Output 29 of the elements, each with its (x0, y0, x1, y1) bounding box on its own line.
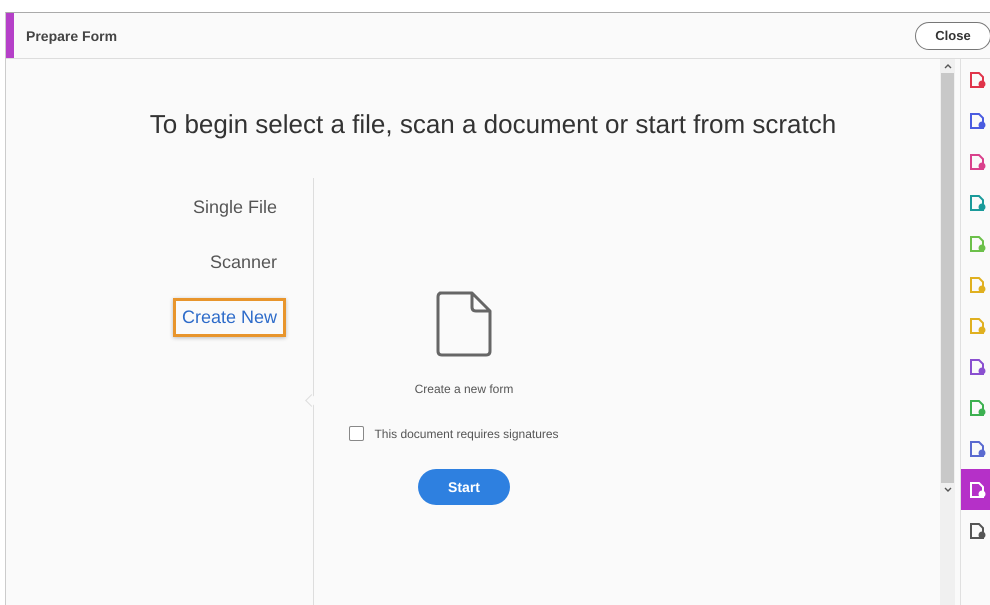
tool-icon (968, 276, 986, 294)
caption: Create a new form (414, 382, 514, 396)
scroll-down-icon[interactable] (944, 487, 952, 493)
scroll-thumb[interactable] (941, 73, 954, 483)
tool-button[interactable] (961, 469, 990, 510)
source-option[interactable]: Single File (184, 188, 286, 227)
close-button[interactable]: Close (915, 22, 990, 50)
tool-icon (968, 398, 986, 416)
tool-icon (968, 440, 986, 458)
source-option[interactable]: Scanner (200, 243, 286, 282)
tool-icon (968, 112, 986, 130)
tool-icon (968, 70, 986, 88)
tool-icon (968, 358, 986, 376)
tool-icon (968, 234, 986, 252)
checkbox-label: This document requires signatures (374, 426, 559, 440)
scrollbar[interactable] (940, 59, 955, 605)
start-button[interactable]: Start (418, 469, 510, 505)
tool-icon (968, 480, 986, 498)
tool-icon (968, 194, 986, 212)
tool-icon (968, 316, 986, 334)
scroll-up-icon[interactable] (944, 63, 952, 69)
tool-icon (968, 152, 986, 170)
accent-bar (6, 13, 14, 58)
heading: To begin select a file, scan a document or start from scratch (148, 109, 838, 140)
checkbox[interactable] (349, 426, 364, 441)
document-icon (434, 290, 494, 358)
source-option[interactable]: Create New (172, 298, 286, 337)
window-title: Prepare Form (26, 28, 118, 44)
tool-icon (968, 522, 986, 540)
